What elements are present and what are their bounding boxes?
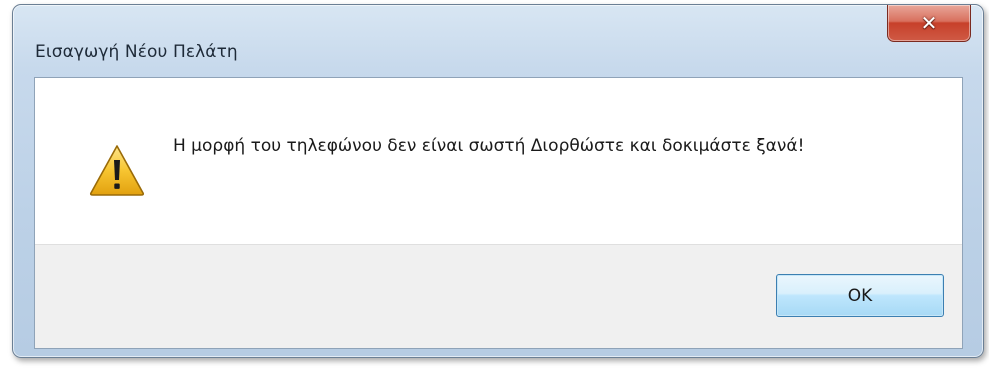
ok-button[interactable]: OK: [776, 274, 944, 317]
screenshot-stage: Εισαγωγή Νέου Πελάτη ✕ Η μορφή του τηλεφ…: [0, 0, 989, 368]
close-icon: ✕: [920, 11, 938, 35]
error-message-text: Η μορφή του τηλεφώνου δεν είναι σωστή Δι…: [173, 136, 805, 156]
message-area: Η μορφή του τηλεφώνου δεν είναι σωστή Δι…: [35, 78, 962, 244]
warning-icon: [89, 145, 145, 196]
close-button[interactable]: ✕: [887, 5, 971, 42]
dialog-client-area: Η μορφή του τηλεφώνου δεν είναι σωστή Δι…: [34, 77, 963, 349]
window-title: Εισαγωγή Νέου Πελάτη: [35, 42, 238, 62]
title-bar[interactable]: Εισαγωγή Νέου Πελάτη ✕: [13, 5, 983, 77]
message-dialog-window: Εισαγωγή Νέου Πελάτη ✕ Η μορφή του τηλεφ…: [12, 4, 984, 358]
button-bar: OK: [35, 244, 962, 348]
